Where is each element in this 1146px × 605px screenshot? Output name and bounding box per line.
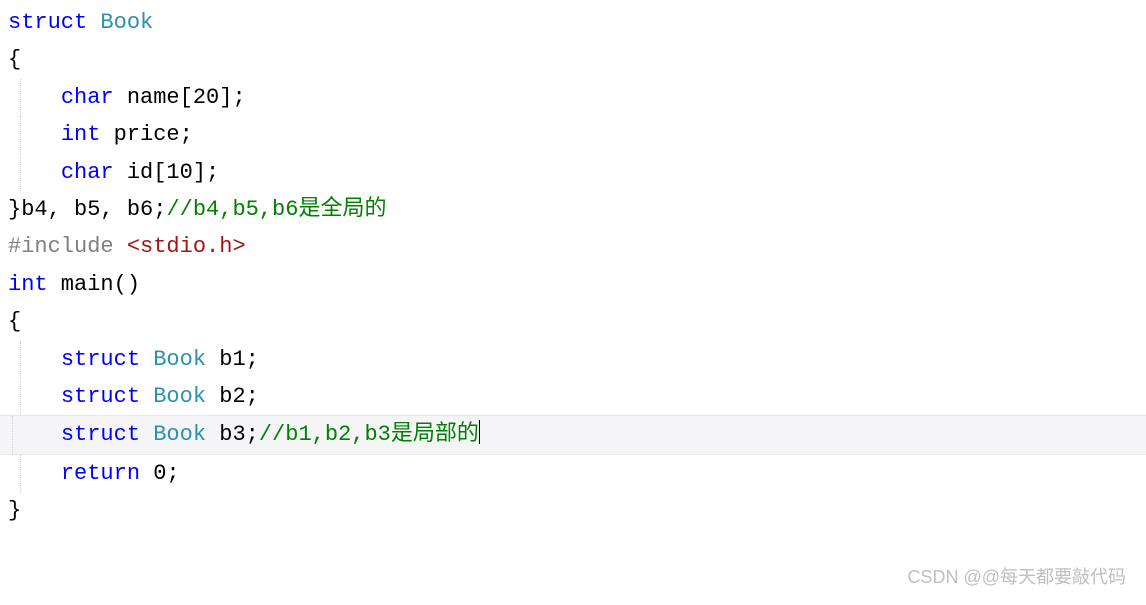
code-line-8: int main() <box>8 266 1138 303</box>
header-stdio: <stdio.h> <box>114 234 246 259</box>
indent <box>8 85 61 110</box>
indent-guide <box>20 341 21 378</box>
keyword-int: int <box>61 122 101 147</box>
var-b3: b3; <box>206 422 259 447</box>
type-book: Book <box>140 347 206 372</box>
code-line-9: { <box>8 303 1138 340</box>
comment-global: //b4,b5,b6是全局的 <box>166 197 386 222</box>
indent <box>8 422 61 447</box>
keyword-struct: struct <box>61 384 140 409</box>
code-line-5: char id[10]; <box>8 154 1138 191</box>
keyword-char: char <box>61 160 114 185</box>
indent <box>8 384 61 409</box>
indent-guide <box>20 154 21 191</box>
code-line-2: { <box>8 41 1138 78</box>
indent <box>8 461 61 486</box>
indent-guide <box>20 378 21 415</box>
var-name: name[20]; <box>114 85 246 110</box>
brace-close: } <box>8 498 21 523</box>
func-main: main() <box>48 272 140 297</box>
keyword-struct: struct <box>61 347 140 372</box>
preprocessor-include: #include <box>8 234 114 259</box>
keyword-return: return <box>61 461 140 486</box>
indent-guide <box>12 416 13 453</box>
code-line-1: struct Book <box>8 4 1138 41</box>
brace-open: { <box>8 309 21 334</box>
indent <box>8 122 61 147</box>
keyword-int: int <box>8 272 48 297</box>
var-price: price; <box>100 122 192 147</box>
return-value: 0; <box>140 461 180 486</box>
indent-guide <box>20 116 21 153</box>
code-line-4: int price; <box>8 116 1138 153</box>
code-line-12-highlighted: struct Book b3;//b1,b2,b3是局部的 <box>0 415 1146 454</box>
indent-guide <box>20 455 21 492</box>
keyword-char: char <box>61 85 114 110</box>
brace-close-vars: }b4, b5, b6; <box>8 197 166 222</box>
var-b1: b1; <box>206 347 259 372</box>
keyword-struct: struct <box>61 422 140 447</box>
code-line-7: #include <stdio.h> <box>8 228 1138 265</box>
type-book: Book <box>140 422 206 447</box>
code-line-11: struct Book b2; <box>8 378 1138 415</box>
type-book: Book <box>87 10 153 35</box>
var-b2: b2; <box>206 384 259 409</box>
brace-open: { <box>8 47 21 72</box>
indent <box>8 347 61 372</box>
code-line-15: } <box>8 492 1138 529</box>
text-cursor <box>479 420 480 444</box>
indent-guide <box>20 79 21 116</box>
var-id: id[10]; <box>114 160 220 185</box>
type-book: Book <box>140 384 206 409</box>
indent <box>8 160 61 185</box>
code-line-14: return 0; <box>8 455 1138 492</box>
code-line-6: }b4, b5, b6;//b4,b5,b6是全局的 <box>8 191 1138 228</box>
code-line-10: struct Book b1; <box>8 341 1138 378</box>
code-line-3: char name[20]; <box>8 79 1138 116</box>
comment-local: //b1,b2,b3是局部的 <box>259 422 479 447</box>
keyword-struct: struct <box>8 10 87 35</box>
watermark: CSDN @@每天都要敲代码 <box>907 562 1126 593</box>
